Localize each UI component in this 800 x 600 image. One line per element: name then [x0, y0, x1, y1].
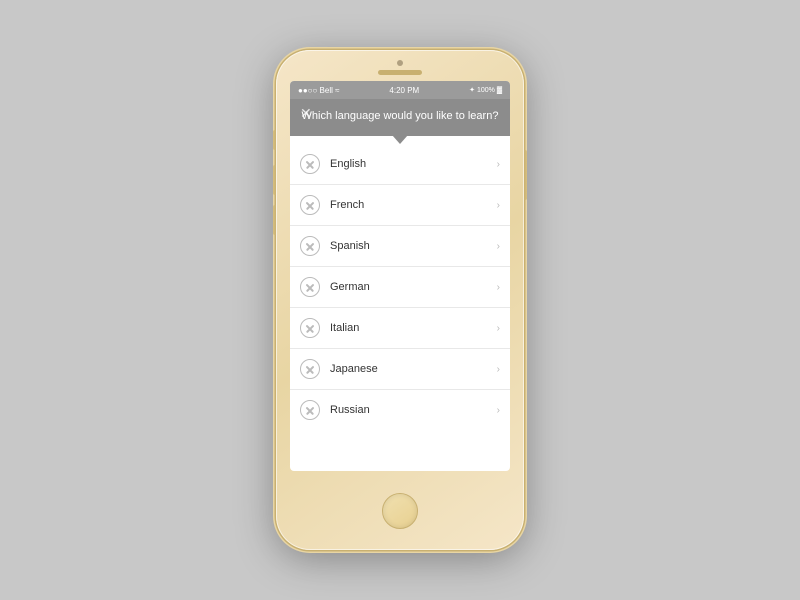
language-item[interactable]: Spanish›	[290, 226, 510, 267]
volume-up-button	[273, 165, 276, 195]
volume-down-button	[273, 205, 276, 235]
screen-header: ✕ Which language would you like to learn…	[290, 99, 510, 136]
chevron-right-icon: ›	[497, 159, 500, 170]
language-icon	[300, 277, 320, 297]
chevron-right-icon: ›	[497, 200, 500, 211]
status-bar: ●●○○ Bell ≈ 4:20 PM ✦ 100% ▓	[290, 81, 510, 99]
chevron-right-icon: ›	[497, 241, 500, 252]
language-item[interactable]: Italian›	[290, 308, 510, 349]
camera	[397, 60, 403, 66]
language-name: German	[330, 281, 497, 293]
status-battery: ✦ 100% ▓	[469, 86, 502, 94]
phone-bottom	[382, 471, 418, 550]
language-icon	[300, 400, 320, 420]
language-icon	[300, 154, 320, 174]
home-button[interactable]	[382, 493, 418, 529]
language-icon	[300, 195, 320, 215]
language-list: English›French›Spanish›German›Italian›Ja…	[290, 144, 510, 430]
close-button[interactable]: ✕	[300, 105, 312, 122]
language-name: Russian	[330, 404, 497, 416]
phone-top	[276, 50, 524, 75]
status-time: 4:20 PM	[389, 86, 419, 95]
header-title: Which language would you like to learn?	[300, 109, 500, 124]
chevron-right-icon: ›	[497, 364, 500, 375]
language-item[interactable]: German›	[290, 267, 510, 308]
header-arrow	[392, 135, 408, 144]
power-button	[524, 150, 527, 200]
language-name: French	[330, 199, 497, 211]
chevron-right-icon: ›	[497, 282, 500, 293]
phone-screen: ●●○○ Bell ≈ 4:20 PM ✦ 100% ▓ ✕ Which lan…	[290, 81, 510, 471]
status-carrier: ●●○○ Bell ≈	[298, 86, 340, 95]
language-icon	[300, 236, 320, 256]
speaker	[378, 70, 422, 75]
mute-button	[273, 130, 276, 150]
language-name: Japanese	[330, 363, 497, 375]
language-item[interactable]: French›	[290, 185, 510, 226]
phone-frame: ●●○○ Bell ≈ 4:20 PM ✦ 100% ▓ ✕ Which lan…	[276, 50, 524, 550]
language-item[interactable]: Russian›	[290, 390, 510, 430]
language-item[interactable]: Japanese›	[290, 349, 510, 390]
language-item[interactable]: English›	[290, 144, 510, 185]
language-icon	[300, 318, 320, 338]
language-name: Italian	[330, 322, 497, 334]
language-name: Spanish	[330, 240, 497, 252]
language-icon	[300, 359, 320, 379]
chevron-right-icon: ›	[497, 323, 500, 334]
language-name: English	[330, 158, 497, 170]
chevron-right-icon: ›	[497, 405, 500, 416]
